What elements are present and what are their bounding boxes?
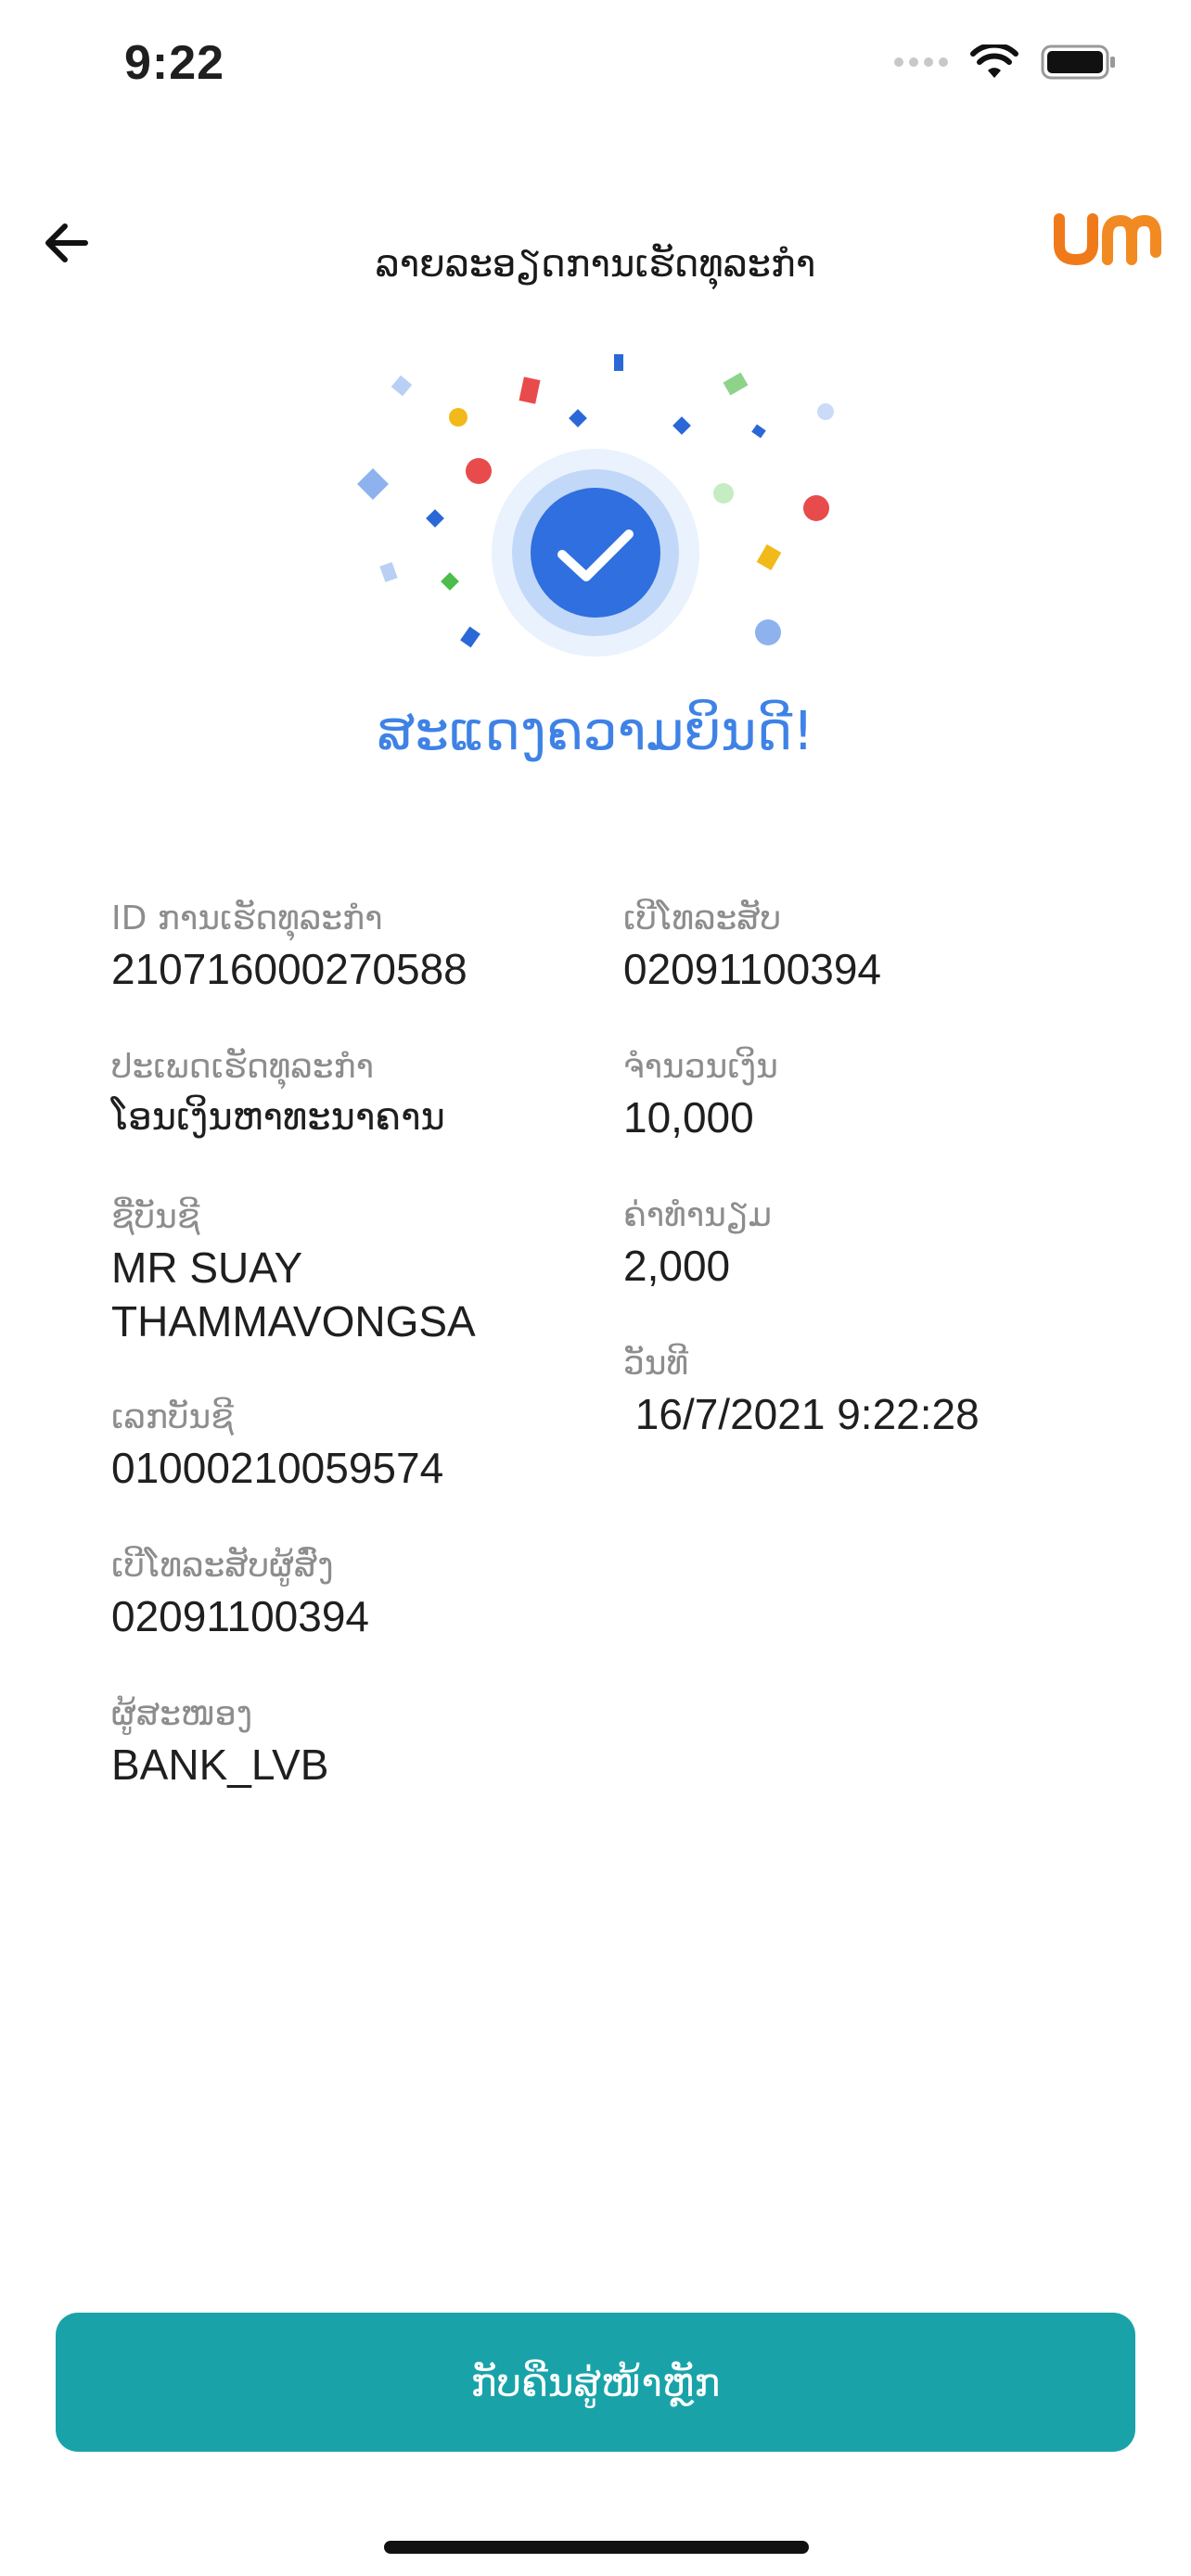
- account-number-field: ເລກບັນຊີ 01000210059574: [111, 1395, 443, 1495]
- back-to-home-button[interactable]: ກັບຄືນສູ່ໜ້າຫຼັກ: [56, 2313, 1135, 2452]
- field-label: ເບີໂທລະສັບ: [623, 899, 782, 937]
- transaction-type-field: ປະເພດເຮັດທຸລະກຳ ໂອນເງິນຫາທະນາຄານ: [111, 1044, 445, 1144]
- field-label: ID ການເຮັດທຸລະກຳ: [111, 899, 383, 937]
- field-label: ເລກບັນຊີ: [111, 1398, 234, 1436]
- phone-field: ເບີໂທລະສັບ 02091100394: [623, 896, 881, 996]
- field-label: ຄ່າທຳນຽມ: [623, 1196, 773, 1234]
- status-time: 9:22: [124, 36, 225, 90]
- date-field: ວັນທີ 16/7/2021 9:22:28: [623, 1341, 980, 1441]
- page-title: ລາຍລະອຽດການເຮັດທຸລະກຳ: [375, 243, 816, 286]
- field-value: 02091100394: [111, 1592, 369, 1640]
- brand-logo-icon: [1054, 213, 1161, 266]
- amount-field: ຈຳນວນເງິນ 10,000: [623, 1044, 778, 1144]
- wifi-icon: [970, 45, 1018, 78]
- battery-icon: [1041, 45, 1115, 80]
- field-label: ວັນທີ: [623, 1345, 689, 1383]
- field-value: 01000210059574: [111, 1444, 444, 1492]
- field-value: 210716000270588: [111, 945, 467, 993]
- field-value: 10,000: [623, 1093, 754, 1141]
- field-label: ປະເພດເຮັດທຸລະກຳ: [111, 1048, 375, 1086]
- field-value: ໂອນເງິນຫາທະນາຄານ: [111, 1096, 445, 1139]
- fee-field: ຄ່າທຳນຽມ 2,000: [623, 1192, 772, 1293]
- field-label: ຊື່ບັນຊີ: [111, 1198, 200, 1236]
- status-icons: [894, 45, 1117, 80]
- home-indicator: [384, 2541, 809, 2554]
- success-illustration: [357, 354, 834, 657]
- field-value: 2,000: [623, 1242, 731, 1290]
- account-name-field: ຊື່ບັນຊີ MR SUAY THAMMAVONGSA: [111, 1194, 557, 1348]
- field-label: ຈຳນວນເງິນ: [623, 1048, 778, 1086]
- sender-phone-field: ເບີໂທລະສັບຜູ້ສົ່ງ 02091100394: [111, 1543, 369, 1643]
- field-label: ຜູ້ສະໜອງ: [111, 1695, 253, 1733]
- field-value: MR SUAY THAMMAVONGSA: [111, 1243, 476, 1345]
- success-message: ສະແດງຄວາມຍິນດີ!: [377, 699, 814, 762]
- provider-field: ຜູ້ສະໜອງ BANK_LVB: [111, 1691, 328, 1792]
- signal-icon: [894, 57, 948, 67]
- field-value: 02091100394: [623, 945, 881, 993]
- field-value: 16/7/2021 9:22:28: [623, 1390, 980, 1438]
- field-value: BANK_LVB: [111, 1741, 329, 1789]
- transaction-id-field: ID ການເຮັດທຸລະກຳ 210716000270588: [111, 896, 467, 996]
- field-label: ເບີໂທລະສັບຜູ້ສົ່ງ: [111, 1547, 334, 1585]
